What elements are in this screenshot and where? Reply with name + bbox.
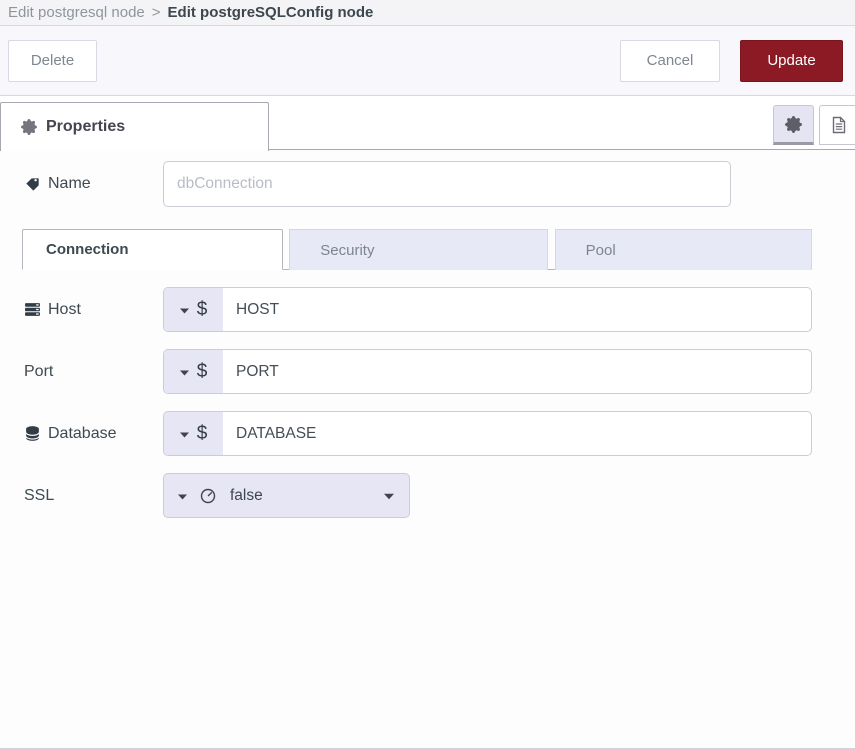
name-input[interactable] [163, 161, 731, 207]
ssl-selected-value: false [230, 487, 263, 505]
ssl-dropdown[interactable]: false [163, 473, 410, 518]
host-field-row: Host $ HOST [24, 287, 831, 332]
edit-config-dialog: Edit postgresql node > Edit postgreSQLCo… [0, 0, 855, 750]
toolbar-right-group: Cancel Update [620, 40, 843, 82]
port-field-row: Port $ PORT [24, 349, 831, 394]
gear-icon [785, 116, 802, 133]
database-type-select-button[interactable]: $ [164, 412, 223, 455]
host-type-select-button[interactable]: $ [164, 288, 223, 331]
host-input[interactable]: HOST [223, 288, 279, 331]
delete-button[interactable]: Delete [8, 40, 97, 82]
description-view-button[interactable] [819, 105, 855, 145]
tab-properties-label: Properties [46, 118, 125, 136]
breadcrumb-current: Edit postgreSQLConfig node [168, 4, 374, 21]
name-label: Name [24, 175, 163, 193]
name-label-text: Name [48, 175, 91, 193]
gear-icon [21, 119, 37, 135]
database-input[interactable]: DATABASE [223, 412, 316, 455]
port-label: Port [24, 363, 163, 381]
ssl-label-text: SSL [24, 487, 54, 505]
tab-connection[interactable]: Connection [22, 229, 283, 270]
doc-icon [831, 116, 847, 134]
env-var-type-icon: $ [197, 299, 208, 321]
chevron-down-icon [180, 425, 189, 443]
host-typed-input: $ HOST [163, 287, 812, 332]
env-var-type-icon: $ [197, 361, 208, 383]
connection-tabs: Connection Security Pool [22, 229, 812, 270]
port-type-select-button[interactable]: $ [164, 350, 223, 393]
database-label: Database [24, 425, 163, 443]
cancel-button[interactable]: Cancel [620, 40, 720, 82]
tab-security-label: Security [320, 242, 374, 259]
chevron-down-icon [180, 363, 189, 381]
tab-connection-label: Connection [46, 241, 129, 258]
host-label-text: Host [48, 301, 81, 319]
chevron-down-icon [178, 487, 187, 505]
tab-properties[interactable]: Properties [0, 102, 269, 151]
port-input[interactable]: PORT [223, 350, 279, 393]
chevron-down-icon [384, 487, 394, 505]
ssl-label: SSL [24, 487, 163, 505]
port-label-text: Port [24, 363, 53, 381]
update-button[interactable]: Update [740, 40, 843, 82]
bool-circle-icon [200, 488, 216, 504]
breadcrumb-parent-link[interactable]: Edit postgresql node [8, 4, 145, 21]
ssl-field-row: SSL false [24, 473, 831, 518]
database-icon [24, 425, 41, 442]
chevron-down-icon [180, 301, 189, 319]
tab-security[interactable]: Security [289, 229, 547, 270]
config-form: Name Connection Security Pool [0, 161, 855, 518]
breadcrumb-separator: > [152, 4, 161, 21]
editor-tabbar: Properties [0, 96, 855, 150]
env-var-type-icon: $ [197, 423, 208, 445]
tab-pool-label: Pool [586, 242, 616, 259]
server-icon [24, 301, 41, 318]
database-field-row: Database $ DATABASE [24, 411, 831, 456]
port-typed-input: $ PORT [163, 349, 812, 394]
tag-icon [24, 176, 41, 193]
dialog-toolbar: Delete Cancel Update [0, 26, 855, 96]
name-field-row: Name [24, 161, 831, 207]
database-label-text: Database [48, 425, 117, 443]
host-label: Host [24, 301, 163, 319]
database-typed-input: $ DATABASE [163, 411, 812, 456]
breadcrumb: Edit postgresql node > Edit postgreSQLCo… [0, 0, 855, 26]
tab-pool[interactable]: Pool [555, 229, 812, 270]
properties-view-button[interactable] [773, 105, 814, 145]
